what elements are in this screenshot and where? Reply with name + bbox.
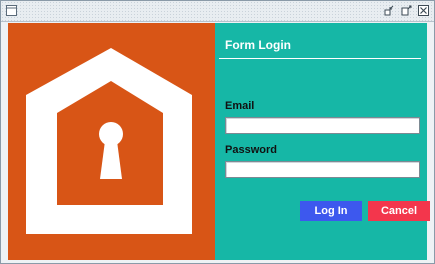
email-label: Email <box>225 100 255 112</box>
cancel-button[interactable]: Cancel <box>368 201 430 221</box>
hero-panel <box>8 23 215 260</box>
close-icon[interactable] <box>418 5 429 16</box>
title-bar[interactable] <box>1 1 434 22</box>
password-label: Password <box>225 144 277 156</box>
window-content: Form Login Email Password Log In Cancel <box>8 23 430 260</box>
minimize-icon[interactable] <box>384 5 395 16</box>
app-window-icon <box>6 5 17 16</box>
form-title: Form Login <box>225 38 291 52</box>
email-field[interactable] <box>225 117 420 134</box>
form-divider <box>219 58 421 59</box>
house-keyhole-icon <box>26 48 192 234</box>
maximize-icon[interactable] <box>401 5 412 16</box>
login-form-panel: Form Login Email Password Log In Cancel <box>215 23 430 260</box>
password-field[interactable] <box>225 161 420 178</box>
login-button[interactable]: Log In <box>300 201 362 221</box>
login-window: Form Login Email Password Log In Cancel <box>0 0 435 264</box>
